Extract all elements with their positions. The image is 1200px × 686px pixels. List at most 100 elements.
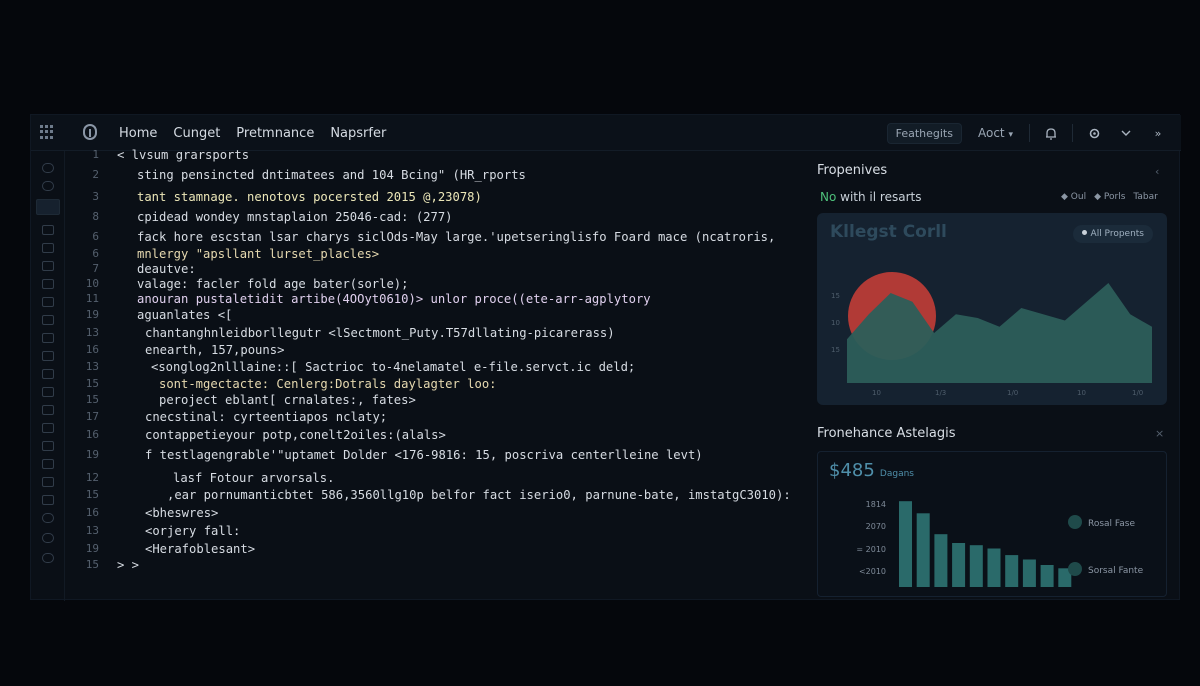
line-number: 11 <box>85 292 99 305</box>
nav-napsrfer[interactable]: Napsrfer <box>330 126 386 141</box>
code-editor[interactable]: 1 < lvsum grarsports 2 sting pensincted dnt… <box>65 148 805 601</box>
code-text: sont-mgectacte: Cenlerg:Dotrals daylagte… <box>159 377 497 391</box>
line-number: 2 <box>92 168 99 181</box>
code-text: f testlagengrable'"uptamet Dolder <176-9… <box>145 448 703 462</box>
bar-chart-card: $485 Dagans 1814 2070 = 2010 <2010 Rosal Fa… <box>817 451 1167 597</box>
code-text: aguanlates <[ <box>137 308 233 322</box>
line-number: 6 <box>92 230 99 243</box>
code-text: <bheswres> <box>145 506 219 520</box>
bell-icon[interactable] <box>1040 122 1062 144</box>
legend-label: Rosal Fase <box>1088 519 1136 529</box>
line-number: 17 <box>85 410 99 423</box>
line-number: 13 <box>85 326 99 339</box>
globe-icon[interactable] <box>42 513 54 523</box>
line-number: 10 <box>85 277 99 290</box>
link-porls-label: Porls <box>1103 192 1126 202</box>
forward-icon[interactable]: » <box>1147 122 1169 144</box>
bar <box>934 534 948 587</box>
line-number: 19 <box>85 448 99 461</box>
code-text: > > <box>117 558 140 572</box>
line-number: 1 <box>92 148 99 161</box>
database-icon[interactable] <box>42 495 54 505</box>
activity-bar <box>31 151 65 601</box>
y-tick-label: = 2010 <box>856 545 886 554</box>
line-number: 6 <box>92 247 99 260</box>
line-number: 16 <box>85 428 99 441</box>
image-icon[interactable] <box>42 387 54 397</box>
status-highlight: No <box>820 190 837 204</box>
line-number: 16 <box>85 343 99 356</box>
link-oul[interactable]: ◆ Oul <box>1061 192 1086 202</box>
panel-performance-title: Fronehance Astelagis <box>817 426 956 441</box>
account-label: Aoct <box>977 126 1005 140</box>
heart-icon[interactable] <box>42 243 54 253</box>
code-text: tant stamnage. nenotovs pocersted 2015 @… <box>137 190 482 204</box>
lock-icon[interactable] <box>42 405 54 415</box>
link-tabar[interactable]: Tabar <box>1133 192 1157 202</box>
line-number: 7 <box>92 262 99 275</box>
apps-grid-icon[interactable] <box>40 125 54 139</box>
chevron-left-icon[interactable]: ‹ <box>1155 165 1159 178</box>
nav-pretmnance[interactable]: Pretmnance <box>236 126 314 141</box>
nav-cunget[interactable]: Cunget <box>173 126 220 141</box>
x-tick-label: 10 <box>872 389 881 397</box>
chat-icon[interactable] <box>42 351 54 361</box>
line-number: 16 <box>85 506 99 519</box>
panel-subtitle: No with il resarts <box>820 190 921 204</box>
link-porls[interactable]: ◆ Porls <box>1094 192 1125 202</box>
info-icon[interactable] <box>42 163 54 173</box>
panel-links: ◆ Oul ◆ Porls Tabar <box>1061 192 1158 202</box>
code-text: chantanghnleidborllegutr <lSectmont_Puty… <box>145 326 615 340</box>
tag-icon[interactable] <box>42 441 54 451</box>
shield-icon[interactable] <box>42 225 54 235</box>
panel-properties-title: Fropenives <box>817 163 888 178</box>
code-text: cnecstinal: cyrteentiapos nclaty; <box>145 410 388 424</box>
code-text: peroject eblant[ crnalates:, fates> <box>159 393 416 407</box>
x-tick-label: 1/0 <box>1132 389 1143 397</box>
box-icon[interactable] <box>42 297 54 307</box>
x-tick-label: 1/3 <box>935 389 946 397</box>
nav-home[interactable]: Home <box>119 126 157 141</box>
code-text: lasf Fotour arvorsals. <box>173 471 335 485</box>
y-tick-label: 1814 <box>866 500 886 509</box>
app-window: Home Cunget Pretmnance Napsrfer Feathegi… <box>30 114 1181 601</box>
close-icon[interactable]: × <box>1155 427 1164 440</box>
list-icon[interactable] <box>42 261 54 271</box>
plug-icon[interactable] <box>42 315 54 325</box>
code-text: ,ear pornumanticbtet 586,3560llg10p belf… <box>167 488 791 502</box>
settings-icon[interactable] <box>42 533 54 543</box>
line-number: 3 <box>92 190 99 203</box>
code-text: fack hore escstan lsar charys siclOds-Ma… <box>137 230 776 244</box>
line-number: 15 <box>85 393 99 406</box>
legend-item: Rosal Fase <box>1068 515 1135 529</box>
files-icon[interactable] <box>36 199 60 215</box>
line-number: 12 <box>85 471 99 484</box>
bar <box>899 501 912 587</box>
mail-icon[interactable] <box>42 369 54 379</box>
code-text: <orjery fall: <box>145 524 241 538</box>
y-tick-label: 15 <box>831 346 840 354</box>
flag-icon[interactable] <box>42 459 54 469</box>
code-text: sting pensincted dntimatees and 104 Bcin… <box>137 168 526 182</box>
top-bar: Home Cunget Pretmnance Napsrfer Feathegi… <box>31 115 1181 151</box>
legend-swatch <box>1068 562 1082 576</box>
clock-icon[interactable] <box>42 181 54 191</box>
y-tick-label: 10 <box>831 319 840 327</box>
legend-item: Sorsal Fante <box>1068 562 1143 576</box>
status-text: with il resarts <box>840 190 922 204</box>
terminal-icon[interactable] <box>42 333 54 343</box>
bar <box>1005 555 1019 587</box>
bookmark-icon[interactable] <box>42 279 54 289</box>
user-icon[interactable] <box>42 477 54 487</box>
search-button[interactable]: Feathegits <box>886 122 962 144</box>
chevron-down-icon[interactable] <box>1115 122 1137 144</box>
logo-icon <box>83 124 97 140</box>
gear-icon[interactable] <box>1083 122 1105 144</box>
code-text: cpidead wondey mnstaplaion 25046-cad: (2… <box>137 210 453 224</box>
line-number: 19 <box>85 308 99 321</box>
calendar-icon[interactable] <box>42 423 54 433</box>
account-menu[interactable]: Aoct ▾ <box>972 126 1019 140</box>
area-series <box>847 283 1152 383</box>
x-tick-label: 1/0 <box>1007 389 1018 397</box>
account-icon[interactable] <box>42 553 54 563</box>
